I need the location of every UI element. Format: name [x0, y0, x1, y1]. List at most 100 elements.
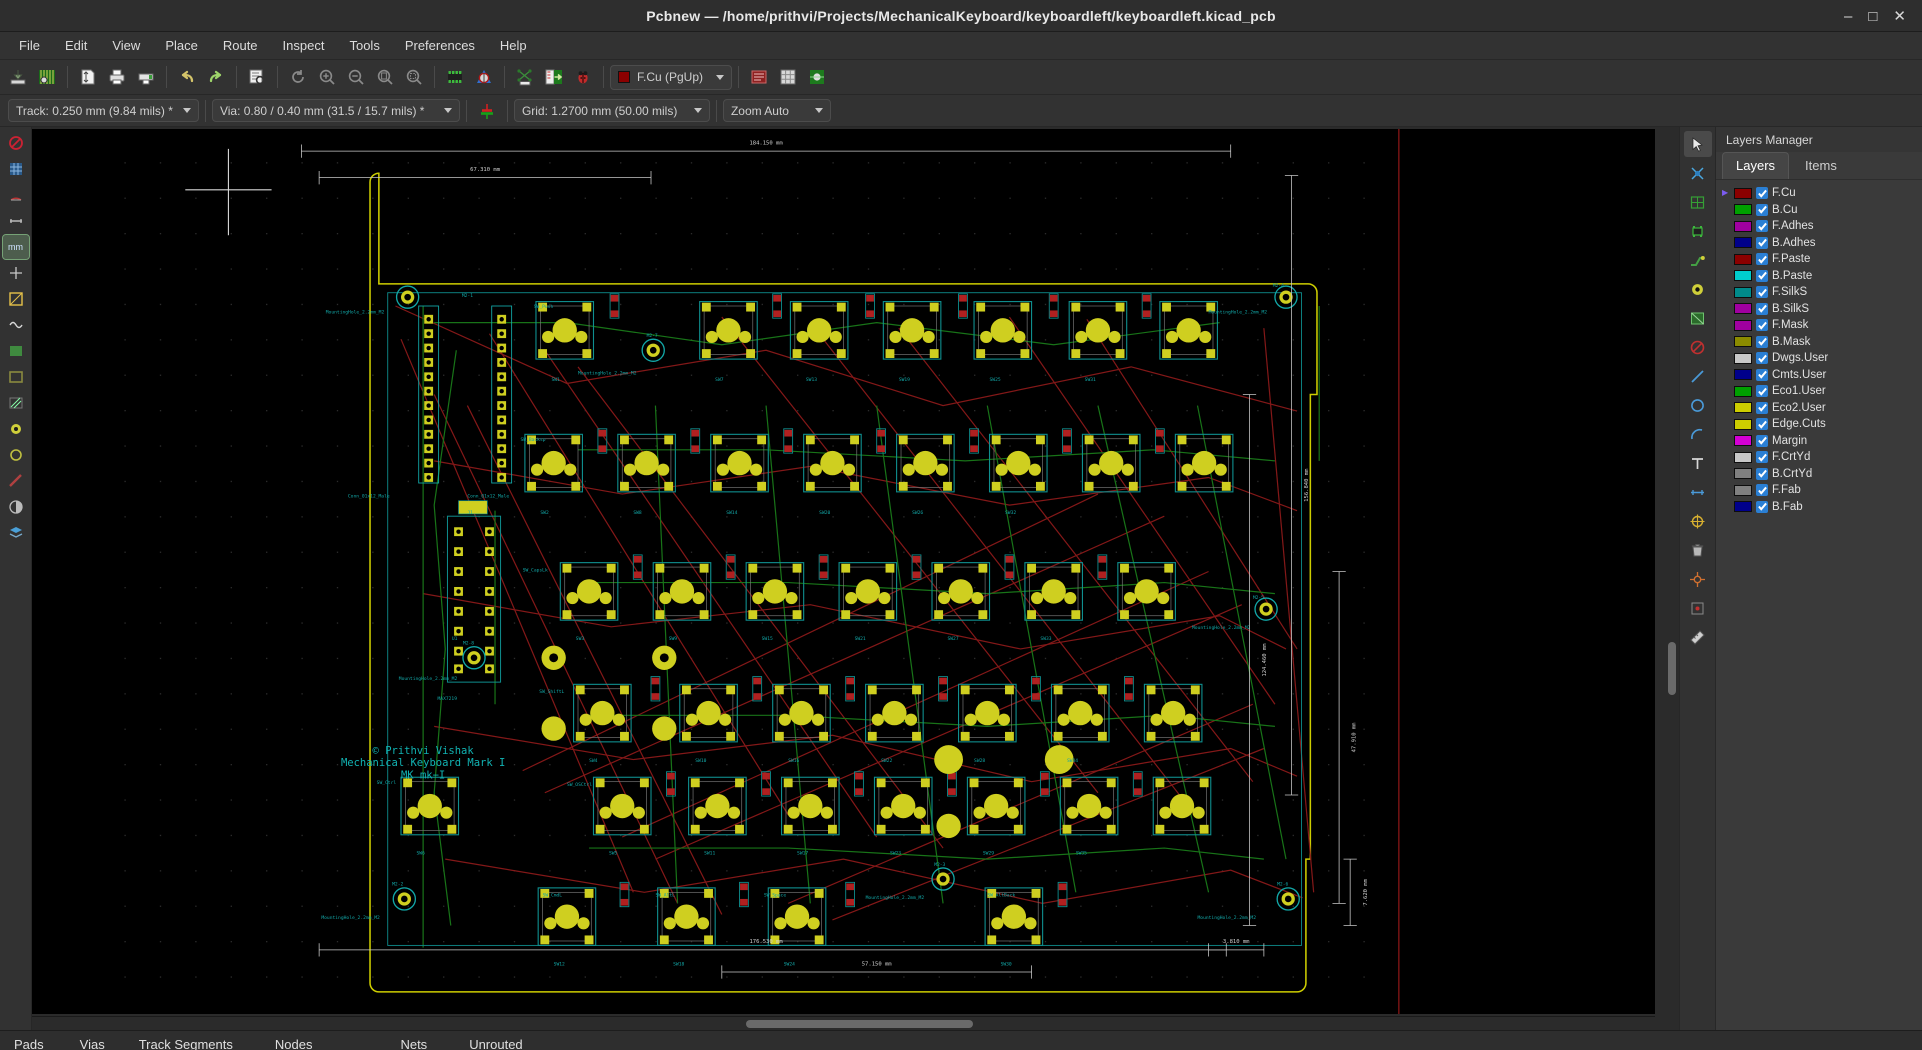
- via-sketch-icon[interactable]: [3, 443, 29, 467]
- page-settings-icon[interactable]: [74, 63, 102, 91]
- layer-visibility-checkbox[interactable]: [1756, 467, 1768, 480]
- layer-row-f-fab[interactable]: F.Fab: [1720, 482, 1922, 499]
- layer-visibility-checkbox[interactable]: [1756, 220, 1768, 233]
- open-board-icon[interactable]: [33, 63, 61, 91]
- layer-color-swatch[interactable]: [1734, 402, 1752, 414]
- layer-visibility-checkbox[interactable]: [1756, 352, 1768, 365]
- layer-color-swatch[interactable]: [1734, 435, 1752, 447]
- track-sketch-icon[interactable]: [3, 469, 29, 493]
- layer-visibility-checkbox[interactable]: [1756, 319, 1768, 332]
- drc-icon[interactable]: [569, 63, 597, 91]
- cursor-shape-icon[interactable]: [3, 261, 29, 285]
- layer-visibility-checkbox[interactable]: [1756, 401, 1768, 414]
- menu-route[interactable]: Route: [212, 34, 269, 57]
- layer-color-swatch[interactable]: [1734, 319, 1752, 331]
- auto-track-width-icon[interactable]: [473, 97, 501, 125]
- grid-settings-icon[interactable]: [774, 63, 802, 91]
- layer-row-f-cu[interactable]: F.Cu: [1720, 185, 1922, 202]
- minimize-button[interactable]: –: [1844, 9, 1852, 24]
- layer-visibility-checkbox[interactable]: [1756, 385, 1768, 398]
- units-mm-icon[interactable]: mm: [1, 234, 30, 260]
- route-track-icon[interactable]: [1684, 247, 1712, 273]
- layer-color-swatch[interactable]: [1734, 484, 1752, 496]
- place-footprint-icon[interactable]: [1684, 218, 1712, 244]
- layer-visibility-checkbox[interactable]: [1756, 253, 1768, 266]
- layer-visibility-checkbox[interactable]: [1756, 302, 1768, 315]
- zoom-area-icon[interactable]: [400, 63, 428, 91]
- vertical-scroll-thumb[interactable]: [1668, 642, 1676, 696]
- add-zone-icon[interactable]: [1684, 305, 1712, 331]
- grid-selector[interactable]: Grid: 1.2700 mm (50.00 mils): [513, 99, 710, 122]
- layer-visibility-checkbox[interactable]: [1756, 286, 1768, 299]
- zone-hatch-icon[interactable]: [3, 391, 29, 415]
- polar-coords-icon[interactable]: [3, 183, 29, 207]
- layer-color-swatch[interactable]: [1734, 187, 1752, 199]
- draw-line-icon[interactable]: [1684, 363, 1712, 389]
- menu-file[interactable]: File: [8, 34, 51, 57]
- menu-edit[interactable]: Edit: [54, 34, 98, 57]
- vertical-scrollbar[interactable]: [1665, 129, 1679, 1014]
- layer-color-swatch[interactable]: [1734, 336, 1752, 348]
- new-board-from-template-icon[interactable]: [4, 63, 32, 91]
- menu-place[interactable]: Place: [154, 34, 209, 57]
- horizontal-scrollbar[interactable]: [32, 1016, 1655, 1030]
- layer-manager-toggle-icon[interactable]: [3, 521, 29, 545]
- measure-tool-icon[interactable]: [1684, 624, 1712, 650]
- layer-visibility-checkbox[interactable]: [1756, 434, 1768, 447]
- layer-row-b-adhes[interactable]: B.Adhes: [1720, 235, 1922, 252]
- cursor-select-icon[interactable]: [1683, 131, 1712, 157]
- pad-sketch-icon[interactable]: [3, 417, 29, 441]
- layer-visibility-checkbox[interactable]: [1756, 418, 1768, 431]
- layer-row-f-silks[interactable]: F.SilkS: [1720, 284, 1922, 301]
- delete-item-icon[interactable]: [1684, 537, 1712, 563]
- grid-toggle-icon[interactable]: [3, 157, 29, 181]
- layer-row-margin[interactable]: Margin: [1720, 433, 1922, 450]
- layer-color-swatch[interactable]: [1734, 270, 1752, 282]
- plot-icon[interactable]: [132, 63, 160, 91]
- active-layer-selector[interactable]: F.Cu (PgUp): [610, 64, 732, 90]
- redo-icon[interactable]: [202, 63, 230, 91]
- draw-circle-icon[interactable]: [1684, 392, 1712, 418]
- units-inch-icon[interactable]: [3, 209, 29, 233]
- layer-color-swatch[interactable]: [1734, 418, 1752, 430]
- view-3d-icon[interactable]: [470, 63, 498, 91]
- menu-view[interactable]: View: [101, 34, 151, 57]
- layer-row-f-paste[interactable]: F.Paste: [1720, 251, 1922, 268]
- via-size-selector[interactable]: Via: 0.80 / 0.40 mm (31.5 / 15.7 mils) *: [211, 99, 460, 122]
- layer-color-swatch[interactable]: [1734, 286, 1752, 298]
- plot-gerber-icon[interactable]: [803, 63, 831, 91]
- layer-row-b-fab[interactable]: B.Fab: [1720, 499, 1922, 516]
- design-rules-icon[interactable]: [745, 63, 773, 91]
- layer-color-swatch[interactable]: [1734, 369, 1752, 381]
- layer-color-swatch[interactable]: [1734, 501, 1752, 513]
- layer-color-swatch[interactable]: [1734, 237, 1752, 249]
- layer-visibility-checkbox[interactable]: [1756, 484, 1768, 497]
- horizontal-scroll-thumb[interactable]: [746, 1020, 974, 1028]
- print-board-icon[interactable]: [103, 63, 131, 91]
- maximize-button[interactable]: □: [1868, 9, 1877, 24]
- add-target-icon[interactable]: [1684, 508, 1712, 534]
- ratsnest-curved-icon[interactable]: [3, 313, 29, 337]
- layer-row-edge-cuts[interactable]: Edge.Cuts: [1720, 416, 1922, 433]
- layers-list[interactable]: F.Cu B.Cu F.Adhes B.Adhes F.Paste B.Paste F.Si…: [1716, 180, 1922, 1030]
- layer-visibility-checkbox[interactable]: [1756, 500, 1768, 513]
- pcb-canvas[interactable]: MountingHole_2.2mm_M2 MountingHole_2.2mm…: [32, 129, 1655, 1014]
- find-icon[interactable]: [243, 63, 271, 91]
- layer-row-eco1-user[interactable]: Eco1.User: [1720, 383, 1922, 400]
- local-ratsnest-icon[interactable]: [1684, 189, 1712, 215]
- layer-visibility-checkbox[interactable]: [1756, 187, 1768, 200]
- update-pcb-from-schematic-icon[interactable]: [540, 63, 568, 91]
- layer-row-dwgs-user[interactable]: Dwgs.User: [1720, 350, 1922, 367]
- draw-arc-icon[interactable]: [1684, 421, 1712, 447]
- layer-visibility-checkbox[interactable]: [1756, 269, 1768, 282]
- drc-off-icon[interactable]: [3, 131, 29, 155]
- layer-color-swatch[interactable]: [1734, 303, 1752, 315]
- zone-outline-icon[interactable]: [3, 365, 29, 389]
- layer-color-swatch[interactable]: [1734, 385, 1752, 397]
- layer-color-swatch[interactable]: [1734, 253, 1752, 265]
- layer-row-b-silks[interactable]: B.SilkS: [1720, 301, 1922, 318]
- contrast-mode-icon[interactable]: [3, 495, 29, 519]
- layer-row-cmts-user[interactable]: Cmts.User: [1720, 367, 1922, 384]
- close-button[interactable]: ✕: [1893, 9, 1906, 24]
- menu-tools[interactable]: Tools: [338, 34, 390, 57]
